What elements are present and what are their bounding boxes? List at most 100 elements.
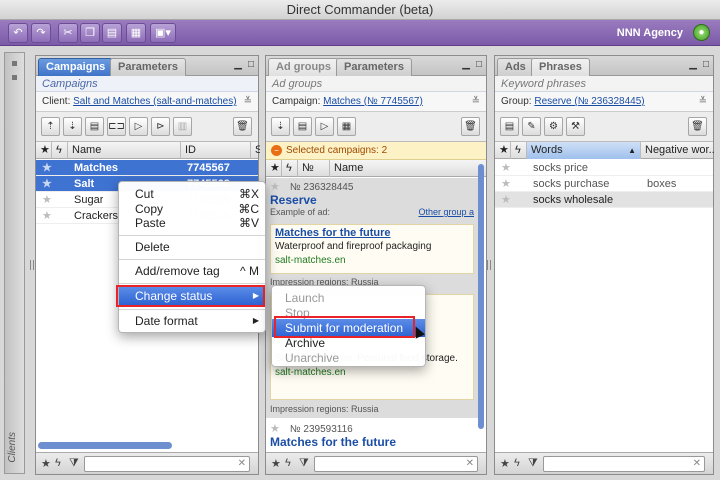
column-name[interactable]: Name: [68, 142, 181, 159]
column-id[interactable]: ID: [181, 142, 251, 159]
tab-ads[interactable]: Ads: [497, 58, 534, 76]
column-name[interactable]: Name: [330, 160, 488, 177]
star-filter-icon[interactable]: ★: [41, 457, 51, 470]
move-group-icon[interactable]: ▷: [315, 117, 334, 136]
column-words[interactable]: Words ▲: [527, 142, 641, 159]
group-name[interactable]: Reserve: [270, 193, 474, 207]
flash-column-icon[interactable]: ϟ: [511, 142, 527, 159]
other-group-link[interactable]: Other group a: [418, 207, 474, 217]
tab-parameters[interactable]: Parameters: [110, 58, 186, 76]
splitter-handle[interactable]: [487, 260, 491, 270]
campaign-selector[interactable]: Campaign: Matches (№ 7745567) ≚: [266, 92, 486, 112]
filter-input[interactable]: ✕: [84, 456, 250, 472]
star-icon[interactable]: ★: [38, 192, 52, 208]
client-link[interactable]: Salt and Matches (salt-and-matches): [73, 96, 236, 107]
copy-icon[interactable]: ❐: [80, 23, 100, 43]
maximize-icon[interactable]: □: [476, 59, 482, 70]
minimize-icon[interactable]: ▁: [689, 59, 697, 70]
new-document-icon[interactable]: ▤: [500, 117, 519, 136]
client-selector[interactable]: Client: Salt and Matches (salt-and-match…: [36, 92, 258, 112]
star-column-icon[interactable]: ★: [495, 142, 511, 159]
star-icon[interactable]: ★: [270, 423, 280, 435]
flash-filter-icon[interactable]: ϟ: [285, 457, 291, 469]
star-icon[interactable]: ★: [497, 160, 511, 176]
star-filter-icon[interactable]: ★: [500, 457, 510, 470]
table-row[interactable]: ★ socks purchase boxes: [495, 176, 713, 192]
menu-item-paste[interactable]: Paste ⌘V: [119, 214, 265, 232]
table-icon[interactable]: ▦: [337, 117, 356, 136]
download-icon[interactable]: ⇣: [63, 117, 82, 136]
redo-icon[interactable]: ↷: [31, 23, 51, 43]
tab-campaigns[interactable]: Campaigns: [38, 58, 114, 76]
campaign-link[interactable]: Matches (№ 7745567): [323, 96, 423, 107]
clear-icon[interactable]: ✕: [693, 457, 701, 471]
move-campaign-icon[interactable]: ▷: [129, 117, 148, 136]
star-icon[interactable]: ★: [38, 160, 52, 176]
ad-title[interactable]: Matches for the future: [275, 227, 469, 239]
paste-icon[interactable]: ▤: [102, 23, 122, 43]
wand-icon[interactable]: ⚒: [566, 117, 585, 136]
menu-item-unarchive[interactable]: Unarchive: [272, 349, 425, 367]
filter-input[interactable]: ✕: [543, 456, 705, 472]
filter-icon[interactable]: ⧩: [69, 457, 79, 470]
chevron-down-icon[interactable]: ≚: [244, 92, 252, 111]
star-icon[interactable]: ★: [38, 176, 52, 192]
star-icon[interactable]: ★: [497, 192, 511, 208]
keyword-tool-icon[interactable]: ⚙: [544, 117, 563, 136]
edit-phrases-icon[interactable]: ✎: [522, 117, 541, 136]
menu-item-add-remove-tag[interactable]: Add/remove tag ^ M: [119, 262, 265, 280]
ad-title[interactable]: Matches for the future: [270, 435, 474, 449]
columns-icon[interactable]: ▦: [126, 23, 146, 43]
tab-phrases[interactable]: Phrases: [531, 58, 590, 76]
flash-filter-icon[interactable]: ϟ: [514, 457, 520, 469]
list-item[interactable]: ★ № 239593116 Matches for the future: [266, 418, 478, 454]
horizontal-scrollbar[interactable]: [38, 442, 172, 449]
filter-input[interactable]: ✕: [314, 456, 478, 472]
maximize-icon[interactable]: □: [703, 59, 709, 70]
flash-filter-icon[interactable]: ϟ: [55, 457, 61, 469]
splitter-handle[interactable]: [30, 260, 34, 270]
table-row[interactable]: ★ Matches 7745567: [36, 160, 258, 176]
trash-icon[interactable]: 🗑: [688, 117, 707, 136]
ad-preview[interactable]: Matches for the future Waterproof and fi…: [270, 224, 474, 274]
maximize-icon[interactable]: □: [248, 59, 254, 70]
filter-icon[interactable]: ⧩: [299, 457, 309, 470]
star-column-icon[interactable]: ★: [266, 160, 282, 177]
download-icon[interactable]: ⇣: [271, 117, 290, 136]
menu-item-date-format[interactable]: Date format ▶: [119, 312, 265, 330]
flash-column-icon[interactable]: ϟ: [282, 160, 298, 177]
clear-icon[interactable]: ✕: [238, 457, 246, 471]
star-icon[interactable]: ★: [497, 176, 511, 192]
upload-icon[interactable]: ⇡: [41, 117, 60, 136]
minimize-icon[interactable]: ▁: [234, 59, 242, 70]
chevron-down-icon[interactable]: ≚: [472, 92, 480, 111]
stats-icon[interactable]: ▥: [173, 117, 192, 136]
trash-icon[interactable]: 🗑: [461, 117, 480, 136]
menu-item-change-status[interactable]: Change status ▶: [119, 287, 265, 305]
flash-column-icon[interactable]: ϟ: [52, 142, 68, 159]
column-status[interactable]: S: [251, 142, 260, 159]
column-number[interactable]: №: [298, 160, 330, 177]
chevron-down-icon[interactable]: ≚: [699, 92, 707, 111]
clear-icon[interactable]: ✕: [466, 457, 474, 471]
star-icon[interactable]: ★: [270, 181, 280, 193]
clients-sidebar[interactable]: Clients: [4, 52, 25, 474]
trash-icon[interactable]: 🗑: [233, 117, 252, 136]
column-negative-words[interactable]: Negative wor...: [641, 142, 715, 159]
cut-icon[interactable]: ✂: [58, 23, 78, 43]
import-icon[interactable]: ⊳: [151, 117, 170, 136]
star-icon[interactable]: ★: [38, 208, 52, 224]
star-filter-icon[interactable]: ★: [271, 457, 281, 470]
group-link[interactable]: Reserve (№ 236328445): [534, 96, 644, 107]
table-row[interactable]: ★ socks wholesale: [495, 192, 713, 208]
minimize-icon[interactable]: ▁: [462, 59, 470, 70]
vertical-scrollbar[interactable]: [478, 164, 484, 429]
undo-icon[interactable]: ↶: [8, 23, 28, 43]
new-document-icon[interactable]: ▤: [293, 117, 312, 136]
group-selector[interactable]: Group: Reserve (№ 236328445) ≚: [495, 92, 713, 112]
view-icon[interactable]: ▣▾: [150, 23, 176, 43]
table-row[interactable]: ★ socks price: [495, 160, 713, 176]
star-column-icon[interactable]: ★: [36, 142, 52, 159]
copy-campaign-icon[interactable]: ⊏⊐: [107, 117, 126, 136]
new-document-icon[interactable]: ▤: [85, 117, 104, 136]
